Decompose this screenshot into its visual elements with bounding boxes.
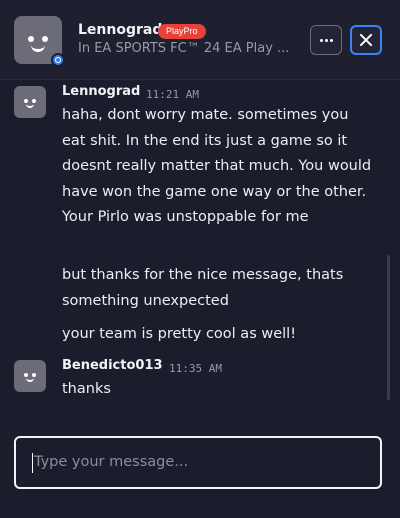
message-author[interactable]: Benedicto013 bbox=[62, 358, 163, 373]
message-text: but thanks for the nice message, thats s… bbox=[62, 267, 344, 309]
message-text: haha, dont worry mate. sometimes you eat… bbox=[62, 107, 372, 225]
message-text: thanks bbox=[62, 381, 111, 397]
avatar-eye bbox=[42, 36, 48, 42]
contact-name[interactable]: Lennograd bbox=[78, 22, 162, 38]
message-input[interactable]: Type your message... bbox=[14, 436, 382, 489]
message-text: your team is pretty cool as well! bbox=[62, 326, 297, 342]
message-time: 11:35 AM bbox=[169, 362, 222, 375]
message-avatar[interactable] bbox=[14, 86, 46, 118]
close-button[interactable] bbox=[350, 25, 382, 55]
chat-header: Lennograd PlayPro In EA SPORTS FC™ 24 EA… bbox=[0, 0, 400, 80]
message-input-placeholder: Type your message... bbox=[34, 454, 189, 470]
more-options-icon bbox=[320, 39, 323, 42]
contact-status: In EA SPORTS FC™ 24 EA Play ... bbox=[78, 41, 290, 56]
message-author[interactable]: Lennograd bbox=[62, 84, 140, 99]
message-avatar[interactable] bbox=[14, 360, 46, 392]
online-status-icon bbox=[51, 53, 65, 67]
text-caret bbox=[32, 453, 33, 473]
more-options-button[interactable] bbox=[310, 25, 342, 55]
playpro-badge: PlayPro bbox=[158, 24, 206, 39]
avatar-eye bbox=[28, 36, 34, 42]
more-options-icon bbox=[330, 39, 333, 42]
scrollbar[interactable] bbox=[387, 255, 390, 400]
message-time: 11:21 AM bbox=[146, 88, 199, 101]
avatar-mouth bbox=[31, 45, 45, 52]
more-options-icon bbox=[325, 39, 328, 42]
